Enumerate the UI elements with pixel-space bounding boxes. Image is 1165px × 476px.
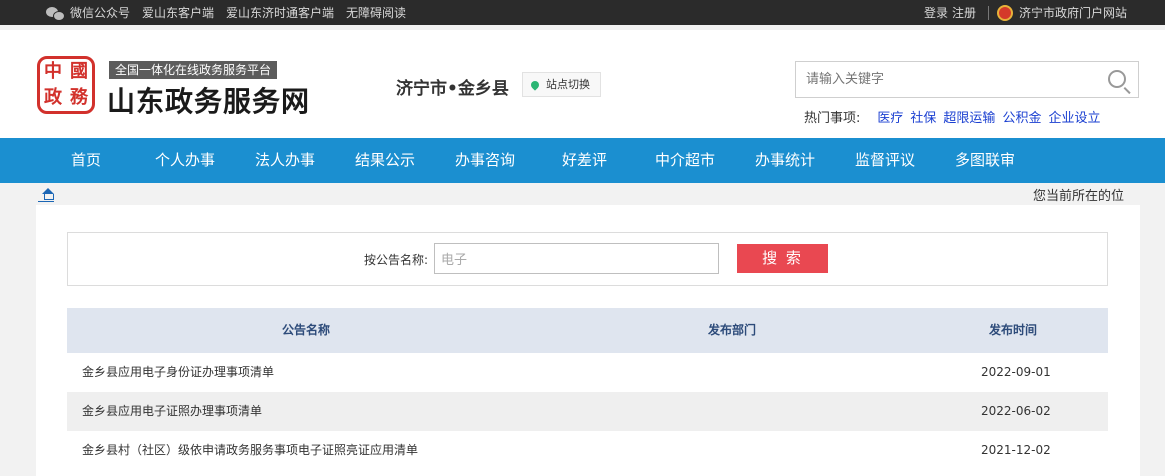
announcement-title[interactable]: 金乡县应用电子证照办理事项清单: [82, 392, 262, 431]
accessibility-link[interactable]: 无障碍阅读: [346, 4, 406, 21]
seal-char: 政: [44, 87, 62, 108]
hot-link-social-security[interactable]: 社保: [910, 107, 936, 126]
home-icon[interactable]: [41, 188, 54, 200]
nav-multi-review[interactable]: 多图联审: [955, 138, 1015, 183]
breadcrumb: 您当前所在的位: [1032, 189, 1124, 204]
hot-label: 热门事项:: [804, 111, 861, 126]
register-link[interactable]: 注册: [952, 4, 976, 21]
divider: [987, 5, 989, 20]
nav-consult[interactable]: 办事咨询: [455, 138, 515, 183]
publish-date: 2022-06-02: [981, 404, 1051, 418]
table-row[interactable]: 金乡县应用电子证照办理事项清单 2022-06-02: [67, 392, 1108, 431]
nav-results[interactable]: 结果公示: [355, 138, 415, 183]
top-bar-account: 登录 注册 济宁市政府门户网站: [924, 0, 1127, 25]
nav-personal[interactable]: 个人办事: [155, 138, 215, 183]
column-header-date: 发布时间: [989, 323, 1038, 337]
hot-link-housing-fund[interactable]: 公积金: [1002, 107, 1041, 126]
nav-rating[interactable]: 好差评: [562, 138, 607, 183]
seal-char: 國: [70, 61, 88, 82]
table-row[interactable]: 金乡县应用电子身份证办理事项清单 2022-09-01: [67, 353, 1108, 392]
table-header: 公告名称 发布部门 发布时间: [67, 308, 1108, 353]
announcement-title[interactable]: 金乡县村（社区）级依申请政务服务事项电子证照亮证应用清单: [82, 431, 418, 470]
site-switch-label: 站点切换: [546, 78, 590, 91]
nav-statistics[interactable]: 办事统计: [755, 138, 815, 183]
site-title[interactable]: 山东政务服务网: [107, 80, 310, 120]
jishitong-link[interactable]: 爱山东济时通客户端: [226, 4, 334, 21]
portal-link[interactable]: 济宁市政府门户网站: [1019, 4, 1127, 21]
publish-date: 2021-12-02: [981, 443, 1051, 457]
column-header-department: 发布部门: [708, 323, 757, 337]
wechat-link[interactable]: 微信公众号: [70, 4, 130, 21]
search-icon[interactable]: [1108, 70, 1126, 88]
app-link[interactable]: 爱山东客户端: [142, 4, 214, 21]
nav-home[interactable]: 首页: [71, 138, 101, 183]
platform-tagline: 全国一体化在线政务服务平台: [109, 61, 278, 79]
location-pin-icon: [529, 78, 541, 91]
site-switch-button[interactable]: 站点切换: [522, 72, 601, 97]
seal-char: 務: [70, 87, 88, 108]
wechat-icon: [46, 6, 65, 21]
filter-panel: 按公告名称: 搜 索: [67, 232, 1108, 286]
nav-corporate[interactable]: 法人办事: [255, 138, 315, 183]
national-emblem-icon: [996, 4, 1013, 21]
logo-seal[interactable]: 中 國 政 務: [37, 56, 95, 114]
hot-link-company-setup[interactable]: 企业设立: [1048, 107, 1100, 126]
announcement-title[interactable]: 金乡县应用电子身份证办理事项清单: [82, 353, 274, 392]
nav-agency-market[interactable]: 中介超市: [655, 138, 715, 183]
nav-supervision[interactable]: 监督评议: [855, 138, 915, 183]
filter-label: 按公告名称:: [364, 253, 429, 267]
site-search: [795, 61, 1139, 98]
announcement-table: 公告名称 发布部门 发布时间 金乡县应用电子身份证办理事项清单 2022-09-…: [67, 308, 1108, 470]
divider: [38, 201, 54, 202]
search-input[interactable]: [796, 62, 1096, 97]
hot-link-oversize-transport[interactable]: 超限运输: [943, 107, 995, 126]
publish-date: 2022-09-01: [981, 365, 1051, 379]
search-button[interactable]: 搜 索: [737, 244, 828, 273]
header: 中 國 政 務 全国一体化在线政务服务平台 山东政务服务网 济宁市•金乡县 站点…: [0, 30, 1165, 138]
current-city: 济宁市•金乡县: [396, 79, 509, 99]
top-bar-links: 微信公众号 爱山东客户端 爱山东济时通客户端 无障碍阅读: [46, 0, 418, 25]
top-bar: 微信公众号 爱山东客户端 爱山东济时通客户端 无障碍阅读 登录 注册 济宁市政府…: [0, 0, 1165, 25]
login-link[interactable]: 登录: [924, 4, 948, 21]
hot-topics: 热门事项: 医疗 社保 超限运输 公积金 企业设立: [804, 107, 1100, 126]
seal-char: 中: [44, 61, 62, 82]
main-nav: 首页 个人办事 法人办事 结果公示 办事咨询 好差评 中介超市 办事统计 监督评…: [0, 138, 1165, 183]
main-content: 按公告名称: 搜 索 公告名称 发布部门 发布时间 金乡县应用电子身份证办理事项…: [36, 205, 1140, 476]
table-body: 金乡县应用电子身份证办理事项清单 2022-09-01 金乡县应用电子证照办理事…: [67, 353, 1108, 470]
hot-link-medical[interactable]: 医疗: [877, 107, 903, 126]
table-row[interactable]: 金乡县村（社区）级依申请政务服务事项电子证照亮证应用清单 2021-12-02: [67, 431, 1108, 470]
column-header-name: 公告名称: [282, 323, 331, 337]
announcement-name-input[interactable]: [434, 243, 719, 274]
